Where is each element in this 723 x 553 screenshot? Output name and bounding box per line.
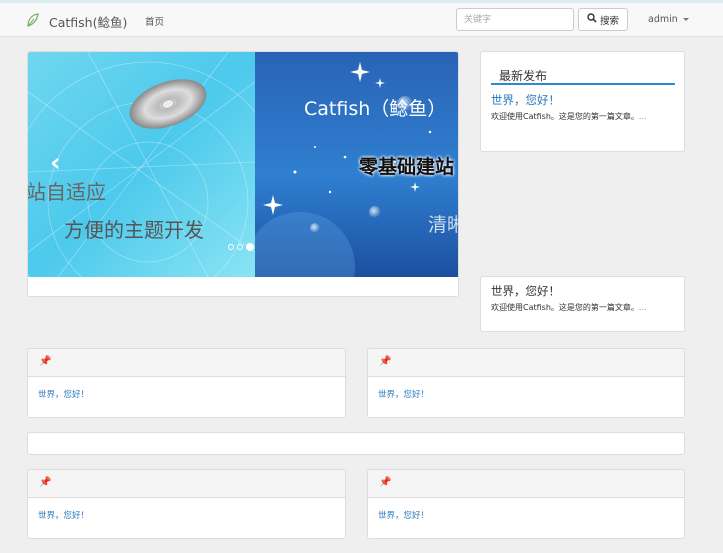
pinned-panel: 📌 世界，您好！	[367, 348, 685, 418]
carousel-indicator[interactable]	[228, 244, 234, 250]
panel-heading: 📌	[28, 470, 345, 498]
user-menu[interactable]: admin	[648, 14, 689, 25]
panel-heading: 📌	[368, 349, 684, 377]
search-input[interactable]	[456, 8, 574, 31]
brand[interactable]: Catfish(鲶鱼)	[26, 12, 127, 30]
pin-icon: 📌	[379, 477, 392, 488]
heading-underline	[491, 83, 675, 85]
pinned-panel: 📌 世界，您好！	[27, 469, 346, 539]
carousel-panel: 站自适应 方便的主题开发 ‹ Catfish（鲶鱼） 零基础建站 清	[27, 51, 459, 297]
panel-heading: 📌	[368, 470, 684, 498]
search-icon	[587, 13, 597, 26]
chevron-down-icon	[682, 18, 689, 21]
carousel-indicator-active[interactable]	[246, 243, 254, 251]
slide-1-background	[28, 52, 255, 277]
latest-posts-panel: 最新发布 世界，您好！ 欢迎使用Catfish。这是您的第一篇文章。...	[480, 51, 685, 152]
empty-panel	[27, 432, 685, 455]
carousel-slide-2: Catfish（鲶鱼） 零基础建站 清晰	[255, 52, 458, 277]
pin-icon: 📌	[39, 477, 52, 488]
post-card: 世界，您好！ 欢迎使用Catfish。这是您的第一篇文章。...	[480, 276, 685, 332]
navbar: Catfish(鲶鱼) 首页 搜索 admin	[0, 3, 723, 37]
nav-home-link[interactable]: 首页	[145, 14, 164, 28]
slide-2-title: Catfish（鲶鱼）	[304, 98, 447, 120]
latest-post-excerpt: 欢迎使用Catfish。这是您的第一篇文章。...	[491, 111, 661, 122]
post-card-title[interactable]: 世界，您好！	[491, 283, 560, 299]
slide-1-line-1: 站自适应	[28, 180, 106, 204]
carousel-indicators	[228, 243, 254, 251]
pinned-post-link[interactable]: 世界，您好！	[38, 509, 89, 521]
latest-post-title-link[interactable]: 世界，您好！	[491, 92, 560, 108]
excerpt-text: 欢迎使用Catfish。这是您的第一篇文章。	[491, 303, 639, 312]
read-more-link[interactable]: ...	[639, 303, 647, 312]
user-name: admin	[648, 14, 678, 25]
carousel-indicator[interactable]	[237, 244, 243, 250]
pinned-post-link[interactable]: 世界，您好！	[378, 509, 429, 521]
post-card-excerpt: 欢迎使用Catfish。这是您的第一篇文章。...	[491, 302, 661, 313]
latest-posts-heading: 最新发布	[499, 69, 548, 83]
search-button-label: 搜索	[599, 15, 619, 27]
pin-icon: 📌	[379, 356, 392, 367]
slide-1-line-2: 方便的主题开发	[64, 218, 204, 242]
pinned-post-link[interactable]: 世界，您好！	[38, 388, 89, 400]
pinned-post-link[interactable]: 世界，您好！	[378, 388, 429, 400]
excerpt-text: 欢迎使用Catfish。这是您的第一篇文章。	[491, 112, 639, 121]
carousel-slide-1: 站自适应 方便的主题开发 ‹	[28, 52, 255, 277]
panel-heading: 📌	[28, 349, 345, 377]
pin-icon: 📌	[39, 356, 52, 367]
carousel-prev-icon[interactable]: ‹	[50, 148, 61, 178]
pinned-panel: 📌 世界，您好！	[27, 348, 346, 418]
read-more-link[interactable]: ...	[639, 112, 647, 121]
pinned-panel: 📌 世界，您好！	[367, 469, 685, 539]
brand-name: Catfish(鲶鱼)	[49, 14, 128, 30]
search-button[interactable]: 搜索	[578, 8, 628, 31]
leaf-logo-icon	[26, 12, 40, 31]
slide-2-subtitle: 零基础建站	[359, 156, 455, 178]
slide-2-text: 清晰	[428, 214, 458, 236]
